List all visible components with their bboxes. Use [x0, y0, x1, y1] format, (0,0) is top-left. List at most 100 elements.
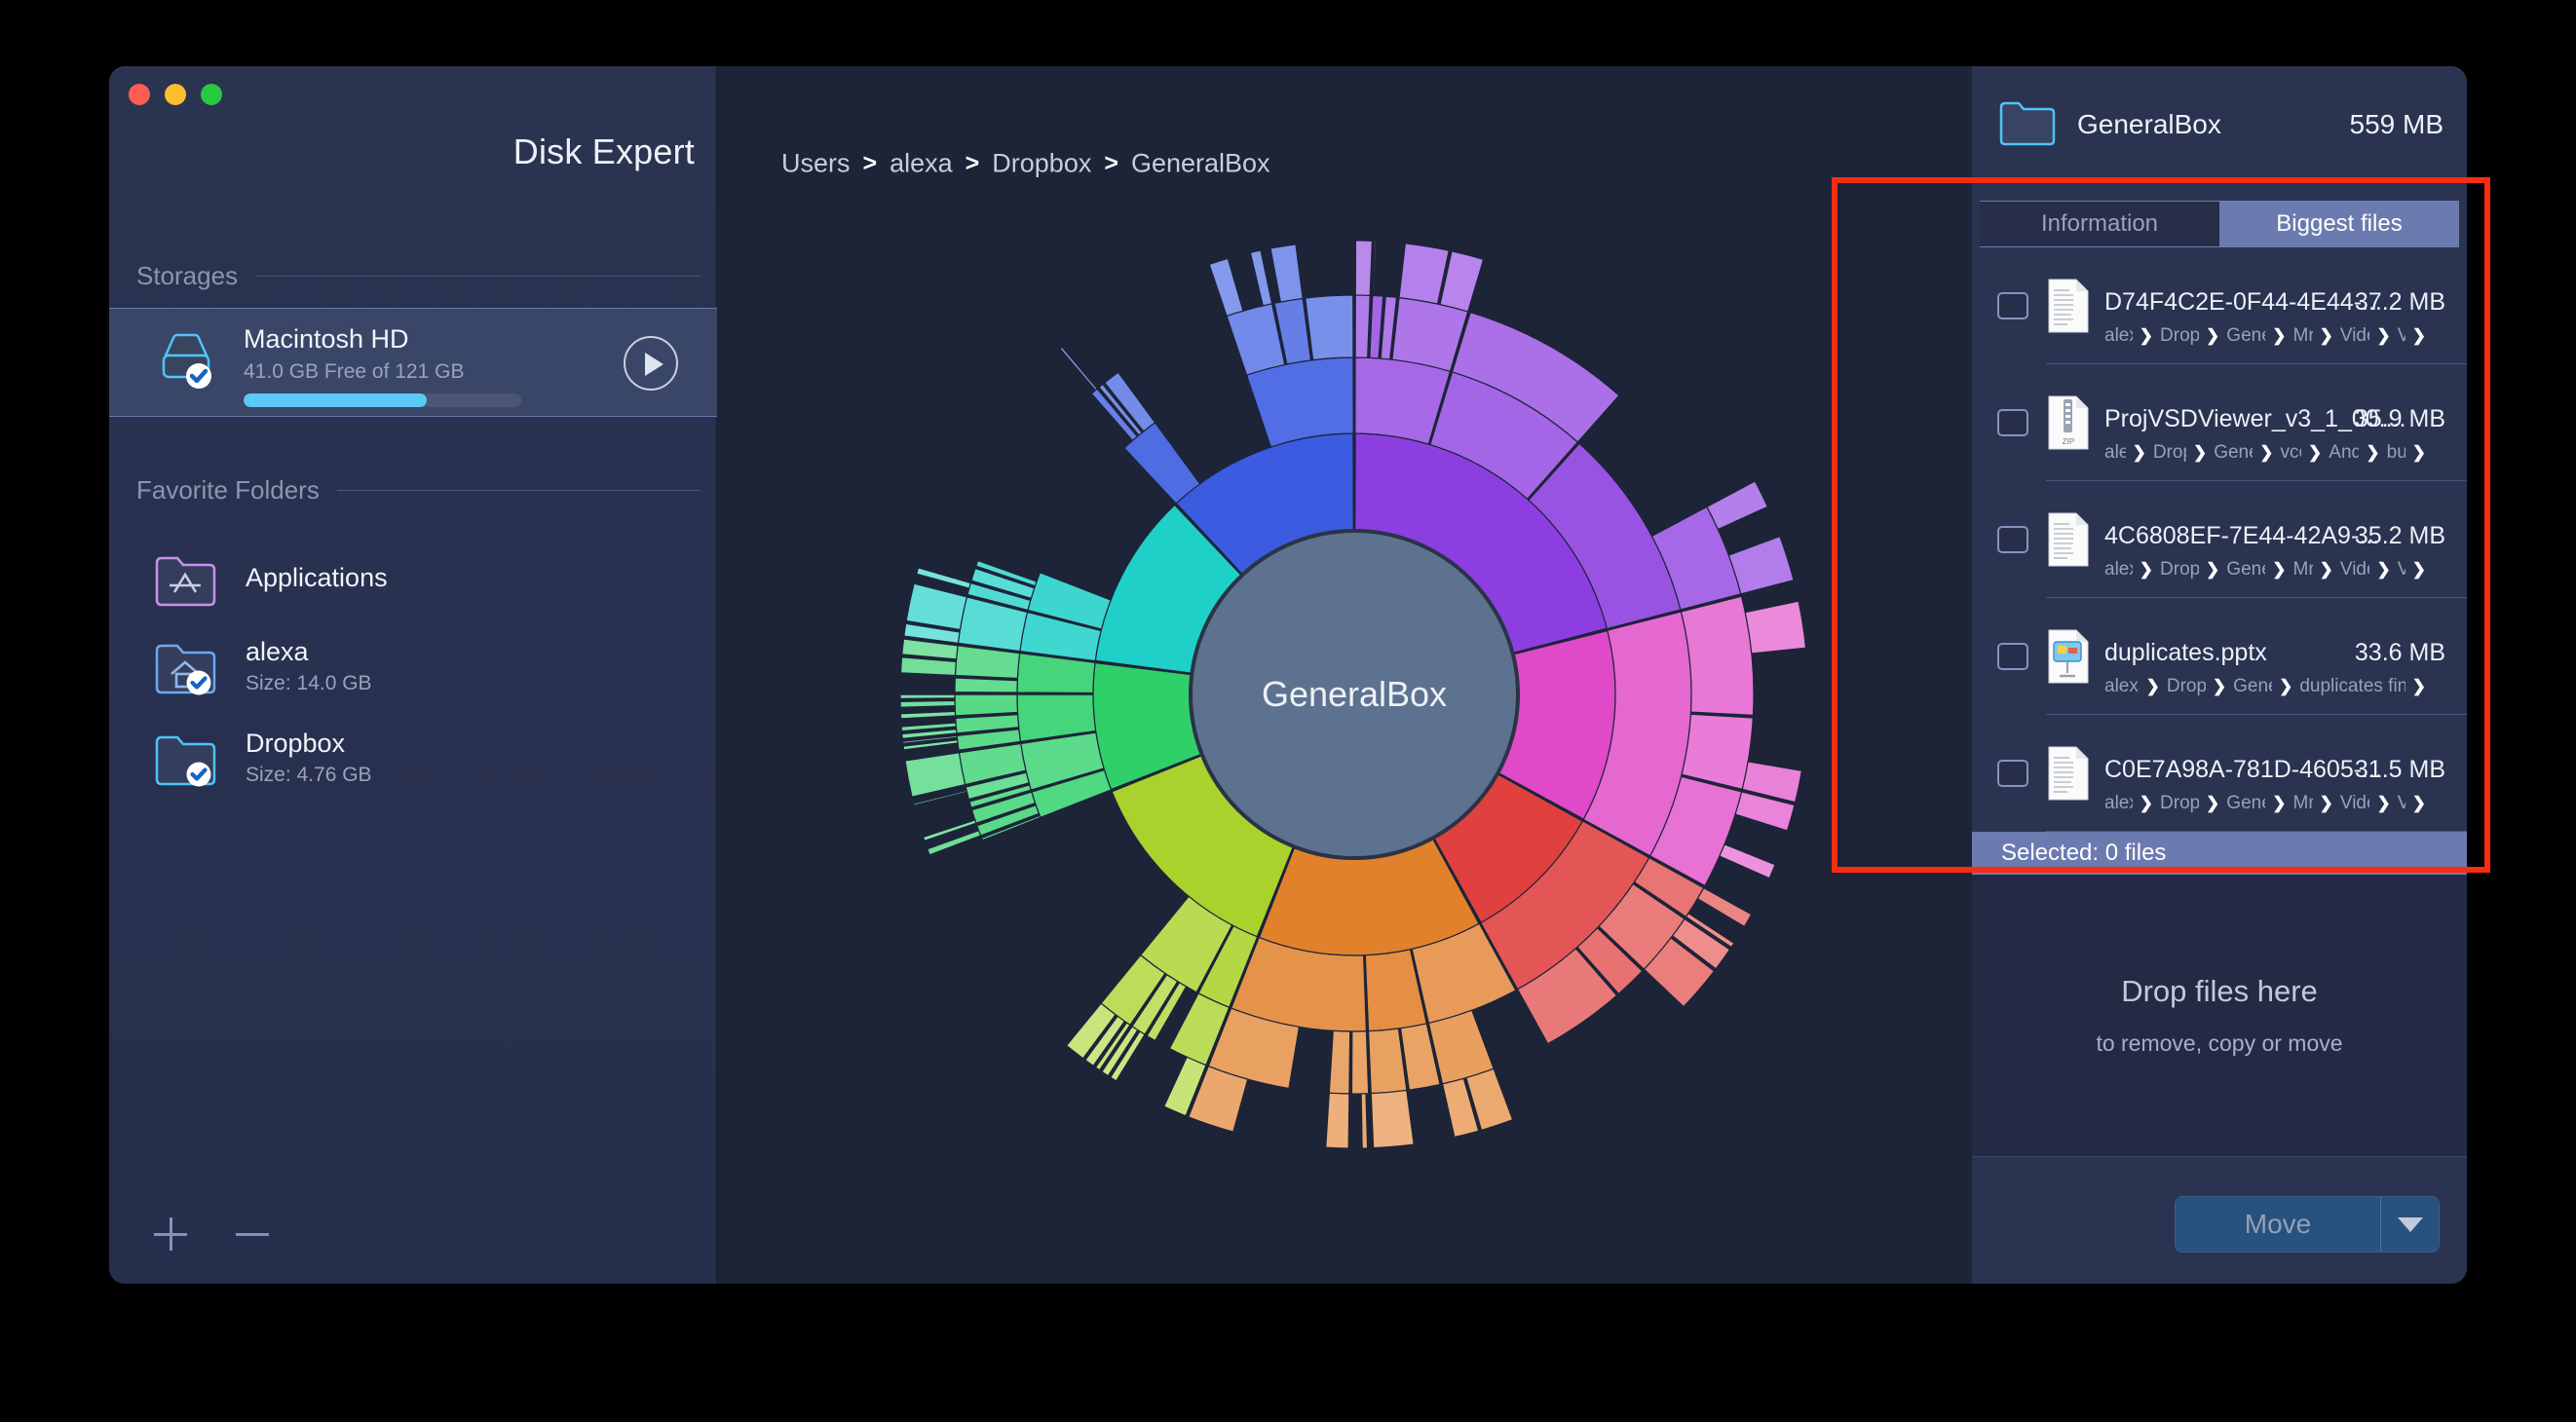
move-dropdown-button[interactable] [2380, 1197, 2439, 1252]
app-title: Disk Expert [512, 131, 695, 171]
chevron-right-icon: ❯ [2319, 794, 2333, 812]
move-button[interactable]: Move [2176, 1197, 2380, 1252]
sidebar-footer [154, 1217, 269, 1251]
selection-status-label: Selected: 0 files [2001, 840, 2167, 866]
sunburst-segment[interactable] [1354, 240, 1374, 296]
chevron-right-icon: ❯ [2272, 560, 2287, 579]
file-checkbox[interactable] [1997, 409, 2028, 436]
sunburst-segment[interactable] [1719, 843, 1776, 879]
file-list-item[interactable]: duplicates.pptx 33.6 MB alexa ❯ Dropbox ❯ Gene… [1972, 598, 2467, 715]
zoom-button[interactable] [201, 84, 222, 105]
favorite-size: Size: 4.76 GB [246, 764, 372, 786]
file-path-segment: alexa [2104, 325, 2133, 346]
minimize-button[interactable] [165, 84, 186, 105]
tab-biggest-files[interactable]: Biggest files [2219, 202, 2459, 246]
sidebar-item-dropbox[interactable]: Dropbox Size: 4.76 GB [109, 715, 717, 805]
chevron-down-icon [2397, 1216, 2423, 1232]
sunburst-segment[interactable] [1372, 240, 1378, 297]
sunburst-segment[interactable] [1727, 535, 1795, 595]
sunburst-segment[interactable] [954, 677, 1018, 693]
sunburst-segment[interactable] [899, 707, 956, 712]
sunburst-segment[interactable] [899, 710, 957, 720]
dropbox-folder-icon [154, 729, 218, 789]
sunburst-segment[interactable] [905, 582, 968, 631]
sunburst-segment[interactable] [1744, 600, 1807, 655]
sunburst-chart[interactable]: GeneralBox [717, 66, 1972, 1284]
sunburst-segment[interactable] [904, 752, 966, 798]
applications-folder-icon [154, 549, 218, 610]
chevron-right-icon: ❯ [2376, 794, 2391, 812]
storage-name: Macintosh HD [244, 324, 409, 354]
file-path-segment: V [2397, 559, 2406, 580]
file-checkbox[interactable] [1997, 643, 2028, 670]
sunburst-segment[interactable] [1696, 886, 1753, 928]
file-path-segment: Video [2339, 325, 2370, 346]
file-path-segment: Dropbox [2166, 676, 2206, 696]
sunburst-segment[interactable] [1370, 1089, 1415, 1149]
close-button[interactable] [129, 84, 150, 105]
sunburst-segment[interactable] [1305, 294, 1354, 361]
file-path-segment: alexa [2104, 676, 2140, 696]
file-path-segment: V [2397, 793, 2406, 813]
file-path-breadcrumb: alexa ❯ Dropbox ❯ GeneralBox ❯ Mrk ❯ Video ❯ V ❯ [2104, 793, 2426, 814]
sunburst-segment[interactable] [915, 567, 972, 589]
sunburst-segment[interactable] [1055, 350, 1094, 394]
sunburst-segment[interactable] [1226, 303, 1286, 376]
chevron-right-icon: ❯ [2206, 794, 2220, 812]
sidebar-item-macintosh-hd[interactable]: Macintosh HD 41.0 GB Free of 121 GB [109, 308, 717, 417]
tab-information[interactable]: Information [1980, 202, 2219, 246]
sunburst-segment[interactable] [1328, 1029, 1351, 1095]
sunburst-segment[interactable] [1208, 257, 1244, 318]
chevron-right-icon: ❯ [2139, 794, 2154, 812]
document-icon [2048, 512, 2089, 567]
sunburst-segment[interactable] [954, 693, 1019, 717]
sidebar-item-alexa[interactable]: alexa Size: 14.0 GB [109, 623, 717, 713]
drop-zone-title: Drop files here [2121, 974, 2318, 1008]
svg-text:GeneralBox: GeneralBox [1262, 674, 1447, 714]
scan-button[interactable] [624, 336, 678, 391]
sunburst-segment[interactable] [1249, 249, 1273, 307]
sunburst-segment[interactable] [1056, 349, 1095, 393]
drop-zone[interactable]: Drop files here to remove, copy or move [1972, 875, 2467, 1157]
sunburst-segment[interactable] [1269, 243, 1304, 303]
file-list-item[interactable]: D74F4C2E-0F44-4E44-...37.2 MB alexa ❯ Dropb… [1972, 247, 2467, 364]
file-list-item[interactable]: C0E7A98A-781D-4605-...31.5 MB alexa ❯ Dropb… [1972, 715, 2467, 832]
sunburst-segment[interactable] [899, 656, 958, 677]
sunburst-segment[interactable] [1681, 713, 1754, 791]
file-checkbox[interactable] [1997, 292, 2028, 319]
sunburst-segment[interactable] [1706, 480, 1769, 531]
file-name: D74F4C2E-0F44-4E44-... [2104, 288, 2382, 316]
file-path-breadcrumb: alexa ❯ Dropbox ❯ GeneralBox ❯ Mrk ❯ Video ❯ V ❯ [2104, 325, 2426, 347]
sunburst-segment[interactable] [1350, 1030, 1370, 1095]
sunburst-segment[interactable] [1325, 1092, 1350, 1149]
sunburst-segment[interactable] [1245, 356, 1354, 448]
biggest-files-list[interactable]: D74F4C2E-0F44-4E44-...37.2 MB alexa ❯ Dropb… [1972, 247, 2467, 832]
storage-usage-fill [244, 393, 428, 407]
sunburst-segment[interactable] [954, 645, 1021, 680]
sunburst-segment[interactable] [1398, 243, 1450, 305]
sunburst-segment[interactable] [918, 806, 972, 824]
file-path-segment: GeneralBox [2226, 325, 2265, 346]
sunburst-segment[interactable] [899, 693, 956, 700]
svg-text:ZIP: ZIP [2063, 437, 2074, 446]
sunburst-segment[interactable] [1367, 1028, 1408, 1095]
file-checkbox[interactable] [1997, 760, 2028, 787]
sunburst-segment[interactable] [1680, 595, 1755, 717]
sunburst-segment[interactable] [1360, 1093, 1369, 1149]
remove-folder-button[interactable] [236, 1217, 269, 1251]
file-path-segment: alexa [2104, 442, 2126, 463]
sidebar-item-applications[interactable]: Applications [109, 536, 717, 625]
chevron-right-icon: ❯ [2212, 677, 2227, 695]
sunburst-segment[interactable] [1376, 241, 1382, 297]
file-list-item[interactable]: 4C6808EF-7E44-42A9-...35.2 MB alexa ❯ Dropb… [1972, 481, 2467, 598]
sunburst-segment[interactable] [1059, 346, 1098, 392]
sunburst-segment[interactable] [1354, 294, 1371, 358]
chevron-right-icon: ❯ [2376, 560, 2391, 579]
chevron-right-icon: ❯ [2192, 443, 2208, 462]
sunburst-segment[interactable] [899, 699, 956, 708]
add-folder-button[interactable] [154, 1217, 187, 1251]
file-path-segment: Dropbox [2152, 442, 2186, 463]
file-checkbox[interactable] [1997, 526, 2028, 553]
file-list-item[interactable]: ZIP ProjVSDViewer_v3_1_00....35.9 MBalex… [1972, 364, 2467, 481]
folder-icon [1999, 97, 2056, 146]
